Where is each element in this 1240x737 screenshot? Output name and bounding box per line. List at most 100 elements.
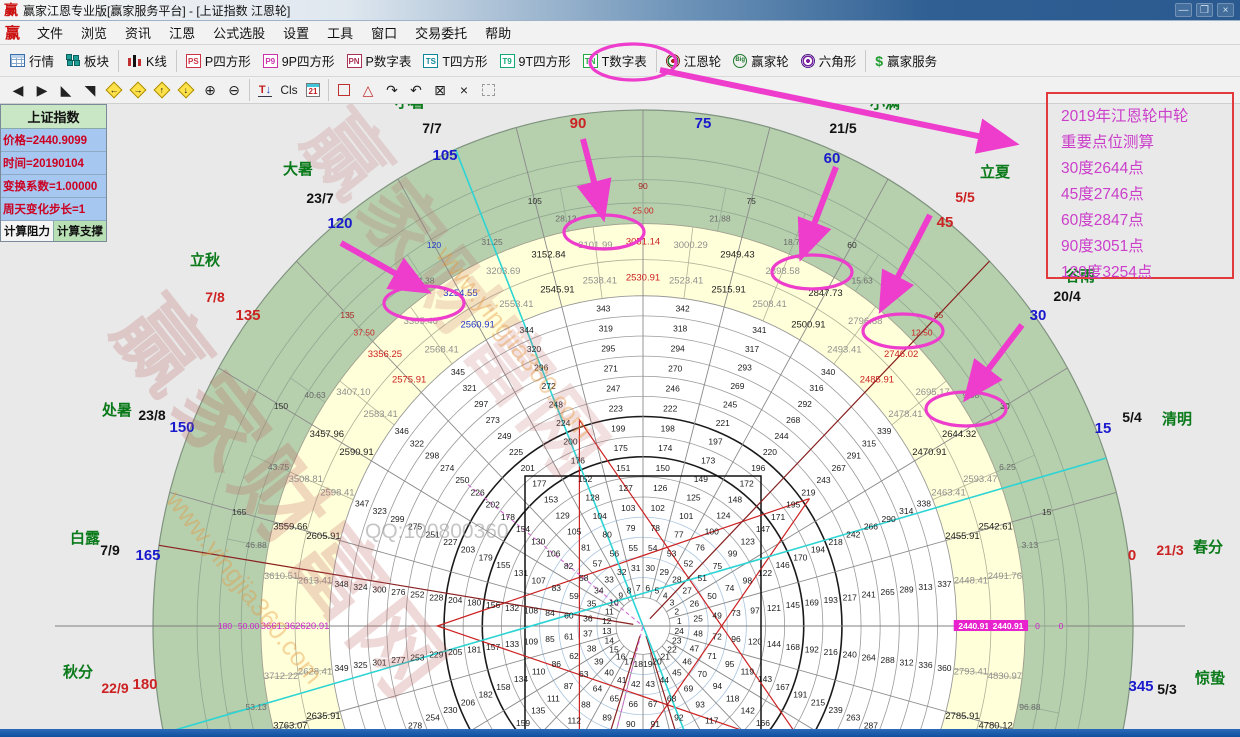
spiral-number: 148: [728, 495, 742, 505]
draw-tool-calendar[interactable]: 21: [301, 79, 325, 101]
window-title: 赢家江恩专业版[赢家服务平台] - [上证指数 江恩轮]: [23, 2, 290, 19]
menu-item-交易委托[interactable]: 交易委托: [406, 21, 476, 44]
draw-tool-rotate-flag-left[interactable]: ◣: [54, 79, 78, 101]
percent-label: 28.13: [555, 214, 577, 224]
spiral-number: 63: [579, 669, 589, 679]
price-label-inner: 2575.91: [392, 375, 426, 386]
menu-item-窗口[interactable]: 窗口: [362, 21, 406, 44]
draw-tool-t-updown[interactable]: T↓: [253, 79, 277, 101]
calc-resistance-button[interactable]: 计算阻力: [1, 221, 54, 241]
toolbar-button-p-square[interactable]: PSP四方形: [180, 48, 257, 73]
minimize-button[interactable]: —: [1175, 3, 1192, 17]
toolbar-button-t-square[interactable]: TST四方形: [417, 48, 493, 73]
draw-tool-rotate-ccw[interactable]: ↶: [404, 79, 428, 101]
gann-wheel-icon: [666, 54, 680, 68]
menu-item-帮助[interactable]: 帮助: [476, 21, 520, 44]
menu-item-江恩[interactable]: 江恩: [160, 21, 204, 44]
spiral-number: 95: [725, 659, 735, 669]
degree-label-outer: 15: [1095, 420, 1112, 437]
price-label-inner: 2545.91: [540, 285, 574, 296]
move-down-icon: ↓: [178, 82, 195, 99]
menu-item-工具[interactable]: 工具: [318, 21, 362, 44]
spiral-number: 170: [793, 552, 807, 562]
menu-item-设置[interactable]: 设置: [274, 21, 318, 44]
draw-tool-cls[interactable]: Cls: [277, 79, 301, 101]
spiral-number: 220: [763, 447, 777, 457]
draw-tool-rotate-flag-right[interactable]: ◥: [78, 79, 102, 101]
spiral-number: 76: [695, 543, 705, 553]
draw-tool-page-prev[interactable]: ◀: [6, 79, 30, 101]
t-square-icon: TS: [423, 54, 438, 68]
spiral-number: 66: [629, 699, 639, 709]
draw-tool-page-next[interactable]: ▶: [30, 79, 54, 101]
spiral-number: 294: [671, 343, 685, 353]
price-label-inner: 2515.91: [711, 285, 745, 296]
spiral-number: 159: [516, 718, 530, 728]
spiral-number: 221: [716, 418, 730, 428]
spiral-number: 142: [741, 706, 755, 716]
percent-label: 31.25: [481, 237, 503, 247]
draw-tool-collapse[interactable]: ×: [452, 79, 476, 101]
draw-tool-select-region[interactable]: [476, 79, 500, 101]
toolbar-button-quotes[interactable]: 行情: [4, 48, 60, 73]
menu-item-浏览[interactable]: 浏览: [72, 21, 116, 44]
spiral-number: 26: [690, 599, 700, 609]
menu-item-资讯[interactable]: 资讯: [116, 21, 160, 44]
draw-tool-box-x[interactable]: ⊠: [428, 79, 452, 101]
draw-tool-draw-square[interactable]: [332, 79, 356, 101]
degree-ring-label: 90: [638, 181, 648, 191]
degree-ring-label: 135: [340, 310, 354, 320]
toolbar-separator: [118, 50, 119, 72]
9t-square-icon: T9: [500, 54, 515, 68]
spiral-number: 124: [716, 511, 730, 521]
draw-tool-move-right[interactable]: →: [126, 79, 150, 101]
price-label-outer: 3457.96: [310, 429, 344, 440]
spiral-number: 254: [426, 713, 440, 723]
solar-term-label: 立夏: [980, 163, 1011, 181]
degree-label-outer: 345: [1128, 678, 1153, 695]
toolbar-button-9t-square[interactable]: T99T四方形: [494, 48, 577, 73]
calc-support-button[interactable]: 计算支撑: [54, 221, 106, 241]
toolbar-button-p-table[interactable]: PNP数字表: [341, 48, 418, 73]
annotation-line: 2019年江恩轮中轮: [1061, 104, 1232, 130]
draw-tool-draw-triangle[interactable]: △: [356, 79, 380, 101]
maximize-button[interactable]: ❐: [1196, 3, 1213, 17]
spiral-number: 91: [651, 719, 661, 729]
toolbar-button-kline[interactable]: K线: [122, 48, 173, 73]
close-button[interactable]: ×: [1217, 3, 1234, 17]
toolbar-button-t-table[interactable]: TNT数字表: [577, 48, 653, 73]
spiral-number: 9: [618, 591, 623, 601]
spiral-number: 83: [552, 583, 562, 593]
current-price-label: 2440.91: [958, 621, 989, 631]
menu-item-公式选股[interactable]: 公式选股: [204, 21, 274, 44]
menu-item-文件[interactable]: 文件: [28, 21, 72, 44]
toolbar-button-winner-wheel[interactable]: Big赢家轮: [727, 48, 795, 73]
draw-tool-rotate-cw[interactable]: ↷: [380, 79, 404, 101]
spiral-number: 250: [455, 475, 469, 485]
spiral-number: 65: [610, 694, 620, 704]
spiral-number: 38: [587, 643, 597, 653]
term-date-label: 5/4: [1122, 409, 1142, 425]
spiral-number: 54: [648, 543, 658, 553]
price-label-outer: 2695.17: [915, 387, 949, 398]
draw-tool-move-down[interactable]: ↓: [174, 79, 198, 101]
spiral-number: 42: [631, 679, 641, 689]
draw-tool-zoom-out[interactable]: ⊖: [222, 79, 246, 101]
draw-tool-zoom-in[interactable]: ⊕: [198, 79, 222, 101]
spiral-number: 266: [864, 522, 878, 532]
draw-tool-move-left[interactable]: ←: [102, 79, 126, 101]
spiral-number: 107: [532, 575, 546, 585]
toolbar-button-9p-square[interactable]: P99P四方形: [257, 48, 341, 73]
annotation-line: 重要点位测算: [1061, 130, 1232, 156]
spiral-number: 241: [862, 590, 876, 600]
spiral-number: 44: [660, 675, 670, 685]
toolbar-button-sectors[interactable]: 板块: [60, 48, 115, 73]
spiral-number: 56: [610, 548, 620, 558]
toolbar-button-hexagon[interactable]: 六角形: [795, 48, 863, 73]
toolbar-button-gann-wheel[interactable]: 江恩轮: [660, 48, 728, 73]
spiral-number: 97: [750, 605, 760, 615]
price-label-inner: 2590.91: [339, 447, 373, 458]
spiral-number: 222: [663, 403, 677, 413]
draw-tool-move-up[interactable]: ↑: [150, 79, 174, 101]
toolbar-button-service[interactable]: $赢家服务: [869, 48, 943, 73]
